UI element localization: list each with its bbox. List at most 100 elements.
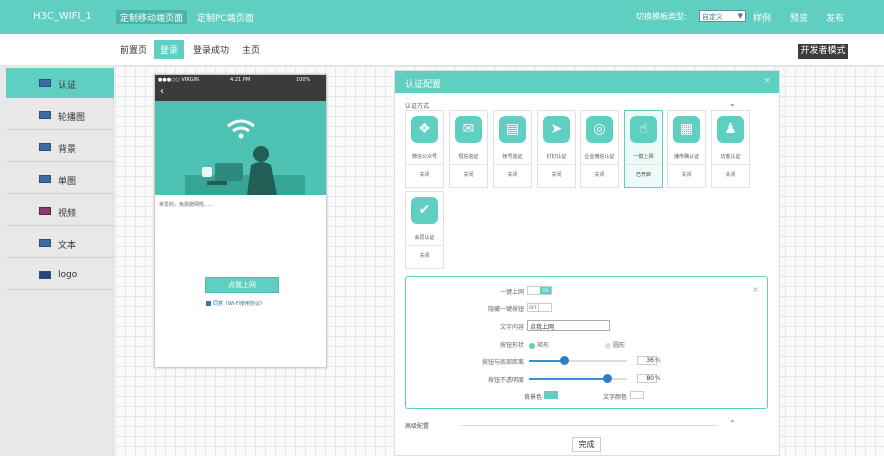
carousel-icon	[39, 111, 51, 119]
percent-unit: %	[655, 375, 661, 382]
close-icon[interactable]: ×	[763, 76, 771, 86]
hide-button-toggle[interactable]: OFF	[527, 303, 552, 312]
sidebar-item-video[interactable]: 视频	[6, 196, 114, 226]
sidebar-item-label: 文本	[58, 241, 77, 251]
page-tabs-bar: 前置页 登录 登录成功 主页	[0, 34, 884, 66]
close-icon[interactable]: ×	[752, 285, 759, 294]
distance-label: 按钮与底部距离	[481, 359, 524, 366]
bg-color-swatch[interactable]	[544, 391, 558, 399]
auth-card-status: 关闭	[507, 172, 518, 178]
member-icon: ✔	[411, 197, 438, 224]
app-title: H3C_WIFI_1	[33, 11, 92, 22]
one-click-label: 一键上网	[499, 289, 524, 296]
shape-rect-radio[interactable]: 矩形	[529, 340, 549, 349]
percent-unit: %	[655, 357, 661, 364]
divider	[494, 164, 531, 165]
text-content-label: 文字内容	[499, 324, 524, 331]
auth-card-name: 帐号验证	[502, 154, 523, 160]
phone-preview: ●●●○○ VIRGIN 4:21 PM 100% ‹ 亲爱的，免费蹭网啦…… …	[154, 74, 327, 368]
nav-pc-page[interactable]: 定制PC端页面	[193, 10, 258, 24]
auth-card-name: 钉钉认证	[546, 154, 567, 160]
auth-card-status: 已开启	[635, 172, 651, 178]
wechat-icon: ❖	[411, 116, 438, 143]
hero-illustration[interactable]	[155, 101, 326, 195]
auth-card-status: 关闭	[594, 172, 605, 178]
shape-round-radio[interactable]: 圆形	[605, 340, 625, 349]
sidebar-item-auth[interactable]: 认证	[6, 68, 114, 98]
distance-slider-fill	[529, 360, 564, 362]
panel-title: 认证配置	[405, 80, 442, 90]
single-image-icon	[39, 175, 51, 183]
chevron-down-icon[interactable]: ⌄	[729, 99, 736, 108]
dingtalk-icon: ➤	[543, 116, 570, 143]
button-shape-label: 按钮形状	[499, 342, 524, 349]
phone-nav-bar: ‹	[155, 85, 326, 101]
chevron-down-icon: ▼	[737, 12, 743, 20]
divider	[6, 257, 114, 258]
radio-checked-icon	[529, 342, 535, 349]
auth-card-print[interactable]: ▦ 播传确认证 关闭	[667, 110, 706, 188]
preview-link[interactable]: 预览	[790, 11, 808, 24]
publish-link[interactable]: 发布	[826, 11, 844, 24]
sidebar-item-text[interactable]: 文本	[6, 228, 114, 258]
auth-card-dingtalk[interactable]: ➤ 钉钉认证 关闭	[537, 110, 576, 188]
sidebar-item-carousel[interactable]: 轮播图	[6, 100, 114, 130]
auth-icon	[39, 79, 51, 87]
developer-mode-button[interactable]: 开发者模式	[798, 44, 848, 59]
carrier-label: ●●●○○ VIRGIN	[158, 77, 199, 83]
wifi-person-illustration	[155, 101, 326, 195]
template-type-select[interactable]: 自定义 ▼	[699, 10, 746, 22]
divider	[6, 161, 114, 162]
connect-button[interactable]: 点我上网	[205, 277, 279, 293]
radio-label: 矩形	[537, 342, 550, 349]
distance-value[interactable]: 36	[637, 356, 657, 365]
sidebar-item-label: 认证	[58, 81, 77, 91]
auth-card-sms[interactable]: ✉ 短信验证 关闭	[449, 110, 488, 188]
panel-header: 认证配置 ×	[395, 71, 779, 93]
sample-link[interactable]: 样例	[753, 11, 771, 24]
auth-card-status: 关闭	[419, 253, 430, 259]
done-button[interactable]: 完成	[572, 437, 601, 452]
sidebar-item-single-image[interactable]: 单图	[6, 164, 114, 194]
tab-login[interactable]: 登录	[154, 40, 185, 59]
sidebar-item-logo[interactable]: logo	[6, 260, 114, 290]
auth-card-visitor[interactable]: ♟ 访客认证 关闭	[711, 110, 750, 188]
visitor-icon: ♟	[717, 116, 744, 143]
one-click-toggle[interactable]: ON	[527, 286, 552, 295]
toggle-state: OFF	[528, 304, 539, 311]
lock-icon: ▤	[499, 116, 526, 143]
tab-login-success[interactable]: 登录成功	[193, 43, 229, 56]
tab-home[interactable]: 主页	[242, 43, 260, 56]
tab-pre-page[interactable]: 前置页	[120, 43, 147, 56]
opacity-value[interactable]: 80	[637, 374, 657, 383]
opacity-slider-handle[interactable]	[603, 374, 612, 383]
auth-card-wechat[interactable]: ❖ 微信公众号 关闭	[405, 110, 444, 188]
divider	[581, 164, 618, 165]
video-icon	[39, 207, 51, 215]
chevron-up-icon[interactable]: ⌃	[729, 419, 736, 428]
advanced-config-label: 高级配置	[405, 423, 430, 430]
auth-card-name: 播传确认证	[673, 154, 699, 160]
hide-button-label: 隐藏一键按钮	[487, 306, 524, 313]
button-text-input[interactable]: 点我上网	[527, 320, 610, 331]
agreement-checkbox[interactable]: 同意《Wi-Fi使用协议》	[206, 300, 265, 307]
auth-card-name: 一键上网	[633, 154, 654, 160]
text-icon	[39, 239, 51, 247]
text-color-swatch[interactable]	[630, 391, 644, 399]
auth-card-member[interactable]: ✔ 会员认证 关闭	[405, 191, 444, 269]
auth-card-status: 关闭	[419, 172, 430, 178]
auth-card-account[interactable]: ▤ 帐号验证 关闭	[493, 110, 532, 188]
top-bar: H3C_WIFI_1 定制移动端页面 定制PC端页面 切换模板类型: 自定义 ▼…	[0, 0, 884, 34]
printer-icon: ▦	[673, 116, 700, 143]
sidebar-item-label: 视频	[58, 209, 77, 219]
distance-slider-handle[interactable]	[560, 356, 569, 365]
phone-caption: 亲爱的，免费蹭网啦……	[159, 202, 215, 208]
auth-card-one-click[interactable]: ☝ 一键上网 已开启	[624, 110, 663, 188]
sidebar-item-background[interactable]: 背景	[6, 132, 114, 162]
auth-card-work-wechat[interactable]: ◎ 企业微信认证 关闭	[580, 110, 619, 188]
auth-card-name: 企业微信认证	[584, 154, 615, 160]
work-wechat-icon: ◎	[586, 116, 613, 143]
back-icon[interactable]: ‹	[160, 86, 164, 97]
nav-mobile-page[interactable]: 定制移动端页面	[116, 10, 188, 24]
sidebar-item-label: 轮播图	[58, 113, 86, 123]
